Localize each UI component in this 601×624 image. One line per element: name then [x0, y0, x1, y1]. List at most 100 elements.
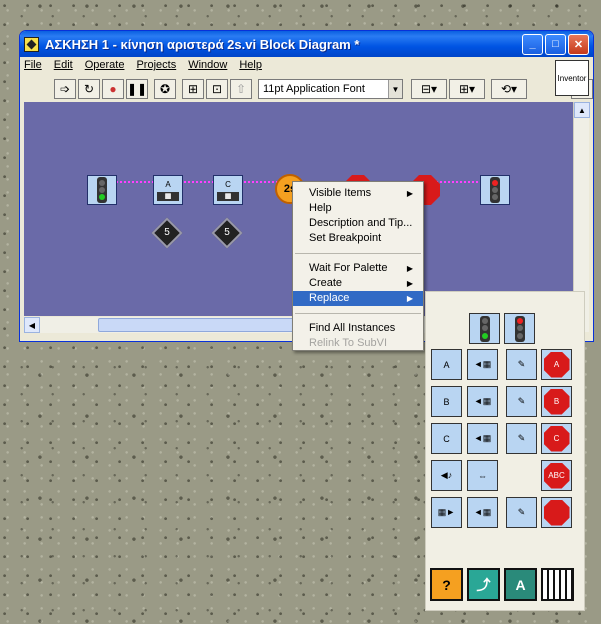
motor-c-node[interactable]: C ▦	[213, 175, 243, 205]
menu-item-label: Relink To SubVI	[309, 337, 388, 349]
menu-separator	[295, 313, 421, 314]
menu-file[interactable]: File	[24, 59, 42, 77]
scroll-left-icon[interactable]: ◀	[24, 317, 40, 333]
labview-app-icon	[24, 36, 39, 52]
palette-motor-c-touch-icon[interactable]: ✎	[506, 423, 537, 454]
start-traffic-light-node[interactable]	[87, 175, 117, 205]
palette-touch-sensor-icon[interactable]: ✎	[506, 497, 537, 528]
palette-stop-abc-icon[interactable]: ABC	[541, 460, 572, 491]
palette-stop-label: C	[543, 425, 570, 452]
submenu-arrow-icon: ▶	[406, 264, 413, 273]
run-arrow-icon[interactable]: ➩	[54, 79, 76, 99]
menu-item-wait-for-palette[interactable]: Wait For Palette ▶	[293, 261, 423, 276]
chevron-down-icon[interactable]: ▼	[388, 80, 402, 98]
palette-stop-light-icon[interactable]	[504, 313, 535, 344]
palette-stop-c-icon[interactable]: C	[541, 423, 572, 454]
menu-item-label: Find All Instances	[309, 322, 396, 334]
palette-motor-c-reverse-icon[interactable]: ◄▦	[467, 423, 498, 454]
menu-edit[interactable]: Edit	[54, 59, 73, 77]
palette-motor-b-touch-icon[interactable]: ✎	[506, 386, 537, 417]
palette-motor-c-forward-icon[interactable]: C	[431, 423, 462, 454]
traffic-light-icon	[97, 177, 107, 203]
motor-a-icon: A ▦	[157, 180, 179, 201]
close-button[interactable]: ✕	[568, 33, 589, 55]
palette-motor-a-forward-icon[interactable]: A	[431, 349, 462, 380]
power-constant-a-value: 5	[164, 227, 170, 238]
abort-icon[interactable]: ●	[102, 79, 124, 99]
palette-stop-a-icon[interactable]: A	[541, 349, 572, 380]
toolbar: ➩ ↻ ● ❚❚ ✪ ⊞ ⊡ ⇧ 11pt Application Font ▼…	[54, 78, 593, 100]
palette-music-icon[interactable]	[541, 568, 574, 601]
maximize-button[interactable]: □	[545, 33, 566, 55]
reorder-icon[interactable]: ⟲▾	[491, 79, 527, 99]
scroll-up-icon[interactable]: ▲	[574, 102, 590, 118]
menu-item-label: Replace	[309, 292, 350, 304]
menu-item-set-breakpoint[interactable]: Set Breakpoint	[293, 231, 423, 246]
submenu-arrow-icon: ▶	[406, 279, 413, 288]
retain-wire-values-icon[interactable]: ⊞	[182, 79, 204, 99]
palette-row-label: B	[443, 396, 450, 407]
traffic-light-icon	[490, 177, 500, 203]
step-out-icon[interactable]: ⇧	[230, 79, 252, 99]
menu-item-label: Wait For Palette	[309, 262, 388, 274]
palette-stop-label: ABC	[543, 462, 570, 489]
palette-stop-label: A	[543, 351, 570, 378]
palette-stop-label	[543, 499, 570, 526]
inventor-logo: Inventor	[555, 60, 589, 96]
palette-start-light-icon[interactable]	[469, 313, 500, 344]
menu-item-description-and-tip[interactable]: Description and Tip...	[293, 216, 423, 231]
highlight-execution-icon[interactable]: ✪	[154, 79, 176, 99]
menu-window[interactable]: Window	[188, 59, 227, 77]
menu-projects[interactable]: Projects	[136, 59, 176, 77]
menu-item-label: Visible Items	[309, 187, 372, 199]
palette-stop-b-icon[interactable]: B	[541, 386, 572, 417]
menu-bar: File Edit Operate Projects Window Help	[24, 59, 262, 77]
font-select[interactable]: 11pt Application Font ▼	[258, 79, 403, 99]
palette-motor-reverse-icon[interactable]: ◄▦	[467, 497, 498, 528]
palette-sound-icon[interactable]: ◀♪	[431, 460, 462, 491]
palette-fork-icon[interactable]: A	[504, 568, 537, 601]
palette-stop-label: B	[543, 388, 570, 415]
palette-motor-forward-icon[interactable]: ▦►	[431, 497, 462, 528]
menu-item-create[interactable]: Create ▶	[293, 276, 423, 291]
minimize-button[interactable]: _	[522, 33, 543, 55]
menu-help[interactable]: Help	[239, 59, 262, 77]
menu-item-label: Description and Tip...	[309, 217, 413, 229]
palette-stop-icon[interactable]	[541, 497, 572, 528]
menu-separator	[295, 253, 421, 254]
palette-motor-a-reverse-icon[interactable]: ◄▦	[467, 349, 498, 380]
replace-palette: A ◄▦ ✎ A B ◄▦ ✎ B C ◄▦ ✎ C ◀♪ ⇔ ABC ▦► ◄…	[425, 291, 585, 611]
traffic-light-icon	[479, 315, 490, 342]
menu-item-visible-items[interactable]: Visible Items ▶	[293, 186, 423, 201]
step-into-icon[interactable]: ⊡	[206, 79, 228, 99]
palette-display-icon[interactable]: ⇔	[467, 460, 498, 491]
end-traffic-light-node[interactable]	[480, 175, 510, 205]
power-constant-c-value: 5	[224, 227, 230, 238]
menu-operate[interactable]: Operate	[85, 59, 125, 77]
horizontal-scroll-thumb[interactable]	[98, 318, 298, 332]
palette-wait-for-icon[interactable]: ?	[430, 568, 463, 601]
menu-item-label: Set Breakpoint	[309, 232, 382, 244]
menu-item-find-all-instances[interactable]: Find All Instances	[293, 321, 423, 336]
menu-item-help[interactable]: Help	[293, 201, 423, 216]
motor-a-node[interactable]: A ▦	[153, 175, 183, 205]
context-menu: Visible Items ▶ Help Description and Tip.…	[292, 181, 424, 351]
font-select-value: 11pt Application Font	[263, 83, 365, 95]
align-objects-icon[interactable]: ⊟▾	[411, 79, 447, 99]
palette-motor-b-reverse-icon[interactable]: ◄▦	[467, 386, 498, 417]
palette-row-label: C	[443, 433, 450, 444]
submenu-arrow-icon: ▶	[406, 189, 413, 198]
menu-item-replace[interactable]: Replace ▶	[293, 291, 423, 306]
motor-c-port: C	[225, 179, 231, 189]
run-continuously-icon[interactable]: ↻	[78, 79, 100, 99]
palette-jump-icon[interactable]: ⤴	[467, 568, 500, 601]
title-bar[interactable]: ΑΣΚΗΣΗ 1 - κίνηση αριστερά 2s.vi Block D…	[20, 31, 593, 57]
palette-motor-a-touch-icon[interactable]: ✎	[506, 349, 537, 380]
menu-item-relink-to-subvi: Relink To SubVI	[293, 336, 423, 351]
pause-icon[interactable]: ❚❚	[126, 79, 148, 99]
distribute-objects-icon[interactable]: ⊞▾	[449, 79, 485, 99]
motor-c-icon: C ▦	[217, 180, 239, 201]
palette-motor-b-forward-icon[interactable]: B	[431, 386, 462, 417]
menu-item-label: Create	[309, 277, 343, 289]
motor-a-port: A	[165, 179, 171, 189]
